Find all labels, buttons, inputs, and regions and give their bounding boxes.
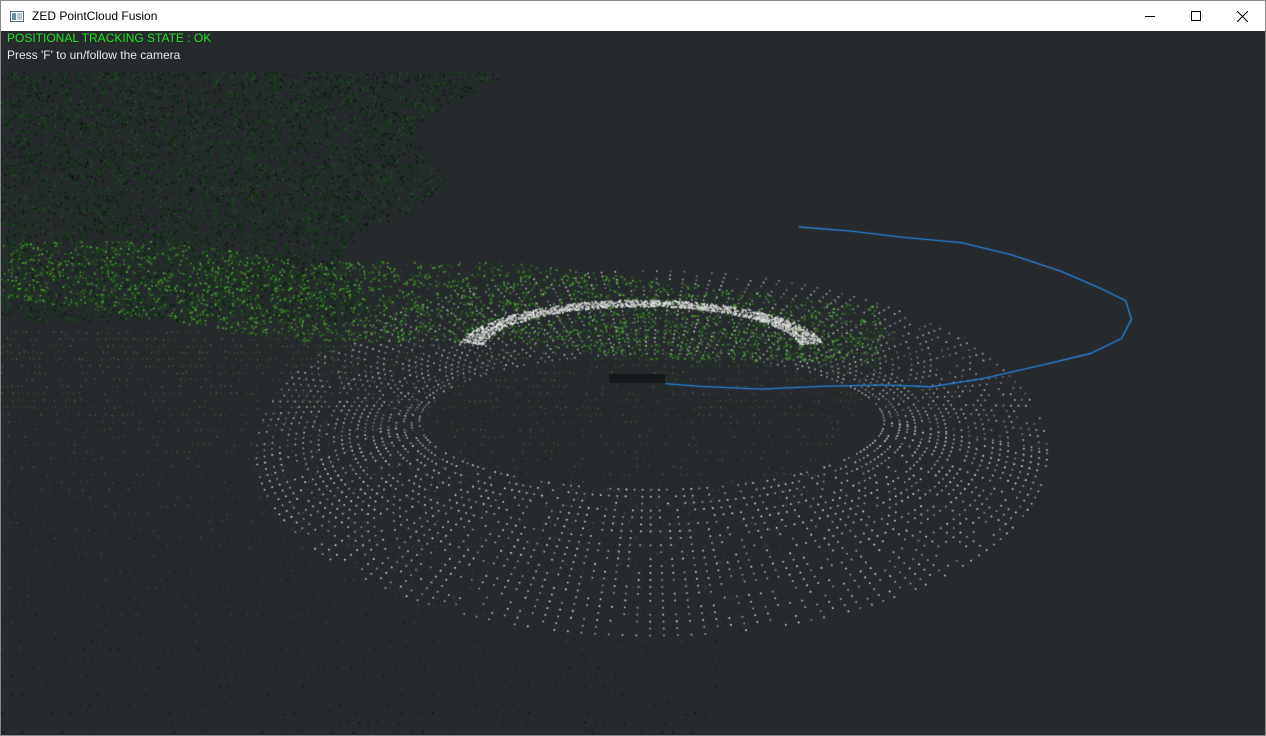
maximize-button[interactable]	[1173, 1, 1219, 31]
title-bar[interactable]: ZED PointCloud Fusion	[1, 1, 1265, 31]
close-button[interactable]	[1219, 1, 1265, 31]
app-icon	[10, 10, 24, 22]
window-title: ZED PointCloud Fusion	[32, 9, 158, 23]
window-controls	[1127, 1, 1265, 31]
point-cloud-viewport[interactable]: POSITIONAL TRACKING STATE : OK Press 'F'…	[1, 31, 1265, 735]
minimize-icon	[1145, 16, 1155, 17]
app-window: ZED PointCloud Fusion POSITIONAL TRACKIN…	[0, 0, 1266, 736]
minimize-button[interactable]	[1127, 1, 1173, 31]
point-cloud-canvas[interactable]	[1, 31, 1265, 735]
follow-camera-hint: Press 'F' to un/follow the camera	[7, 48, 181, 62]
close-icon	[1236, 10, 1248, 22]
maximize-icon	[1191, 11, 1201, 21]
tracking-status-text: POSITIONAL TRACKING STATE : OK	[7, 31, 212, 45]
